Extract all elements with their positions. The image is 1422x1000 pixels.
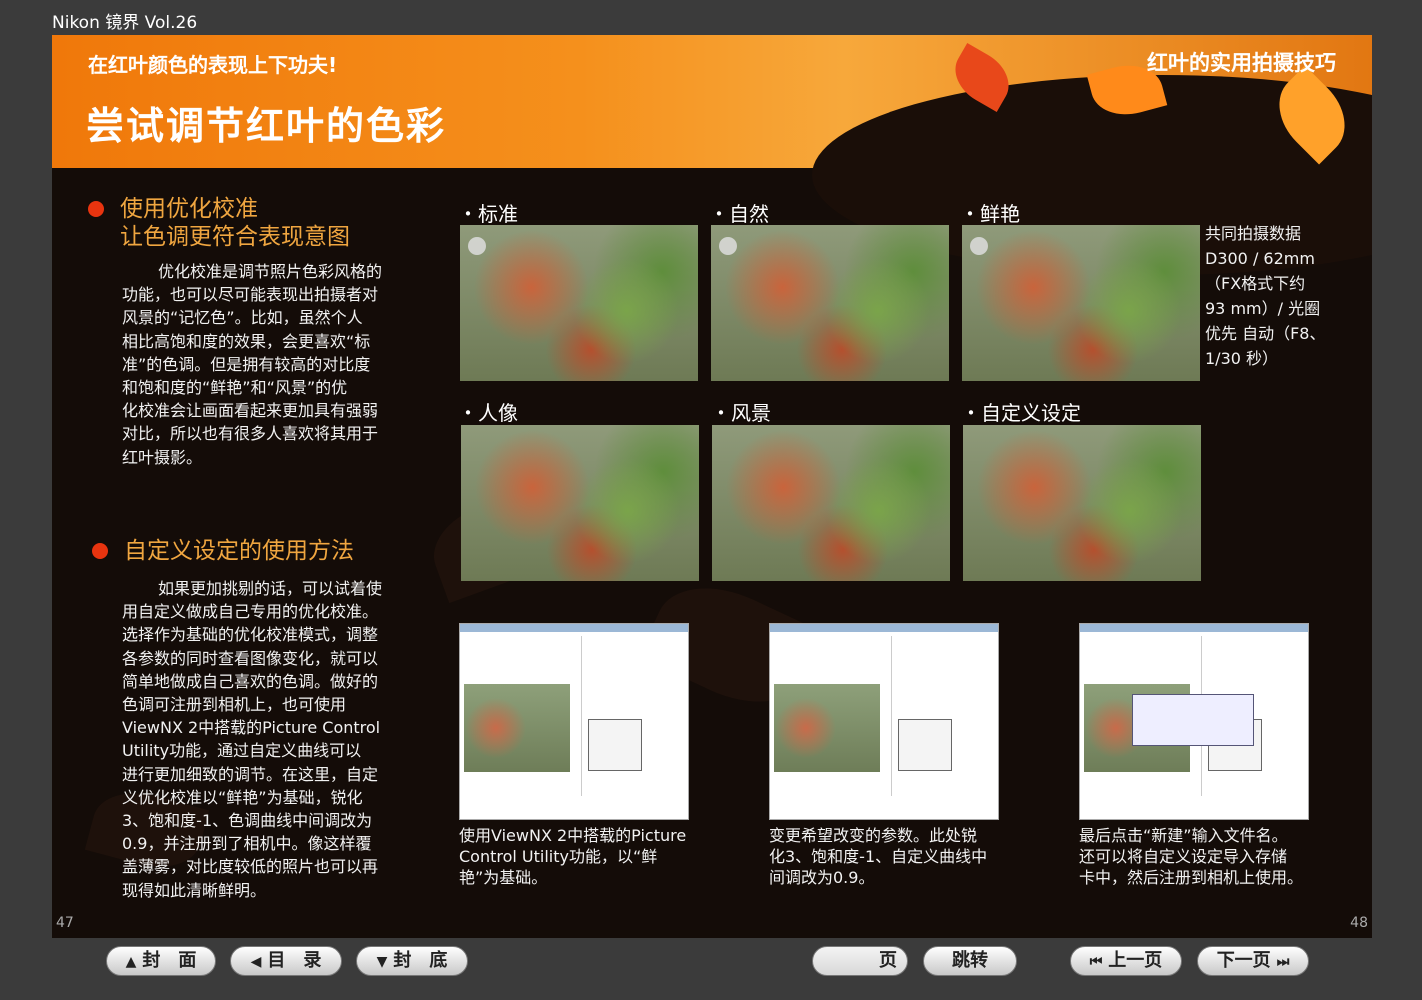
body-line: ViewNX 2中搭载的Picture Control bbox=[122, 718, 381, 738]
software-screenshot-1 bbox=[459, 623, 689, 820]
body-line: 进行更加细致的调节。在这里，自定 bbox=[122, 764, 379, 784]
prev-page-label: 上一页 bbox=[1108, 950, 1163, 971]
page-number-input[interactable] bbox=[823, 952, 879, 972]
next-page-label: 下一页 bbox=[1216, 950, 1271, 971]
body-line: 用自定义做成自己专用的优化校准。 bbox=[122, 602, 379, 622]
body-line: 义优化校准以“鲜艳”为基础，锐化 bbox=[122, 787, 363, 807]
cover-button[interactable]: ▲ 封 面 bbox=[106, 946, 216, 976]
photo-custom bbox=[963, 425, 1201, 581]
caption-line: 化3、饱和度-1、自定义曲线中 bbox=[769, 847, 988, 866]
arrow-left-icon: ◀ bbox=[250, 954, 262, 970]
shooting-data-line: 93 mm）/ 光圈 bbox=[1205, 299, 1321, 318]
body-line: 现得如此清晰鲜明。 bbox=[122, 880, 267, 900]
next-page-button[interactable]: 下一页 ⏭ bbox=[1197, 946, 1309, 976]
jump-button[interactable]: 跳转 bbox=[923, 946, 1017, 976]
caption-line: 艳”为基础。 bbox=[459, 868, 548, 887]
photo-portrait bbox=[461, 425, 699, 581]
body-line: 盖薄雾，对比度较低的照片也可以再 bbox=[122, 857, 379, 877]
back-cover-button[interactable]: ▼ 封 底 bbox=[356, 946, 468, 976]
section1-body: 优化校准是调节照片色彩风格的 功能，也可以尽可能表现出拍摄者对 风景的“记忆色”… bbox=[122, 260, 422, 469]
toc-button-label: 目 录 bbox=[267, 950, 322, 971]
body-line: 功能，也可以尽可能表现出拍摄者对 bbox=[122, 285, 379, 305]
focus-point-icon bbox=[970, 237, 988, 255]
toc-button[interactable]: ◀ 目 录 bbox=[230, 946, 342, 976]
body-line: 如果更加挑剔的话，可以试着使 bbox=[158, 579, 383, 598]
software-screenshot-2 bbox=[769, 623, 999, 820]
screenshot-caption-1: 使用ViewNX 2中搭载的Picture Control Utility功能，… bbox=[459, 825, 686, 888]
photo-label-custom: ・自定义设定 bbox=[961, 401, 1081, 425]
page-number-right: 48 bbox=[1350, 915, 1368, 931]
section1-heading: 使用优化校准 让色调更符合表现意图 bbox=[120, 195, 350, 251]
section2-body: 如果更加挑剔的话，可以试着使 用自定义做成自己专用的优化校准。 选择作为基础的优… bbox=[122, 577, 422, 902]
bullet-icon bbox=[88, 201, 104, 217]
arrow-up-icon: ▲ bbox=[125, 954, 137, 970]
focus-point-icon bbox=[468, 237, 486, 255]
body-line: 简单地做成自己喜欢的色调。做好的 bbox=[122, 671, 379, 691]
body-line: 红叶摄影。 bbox=[122, 447, 203, 467]
skip-forward-icon: ⏭ bbox=[1276, 954, 1290, 970]
body-line: 风景的“记忆色”。比如，虽然个人 bbox=[122, 308, 363, 328]
arrow-down-icon: ▼ bbox=[376, 954, 388, 970]
page-number-left: 47 bbox=[56, 915, 74, 931]
caption-line: 最后点击“新建”输入文件名。 bbox=[1079, 826, 1288, 845]
jump-button-label: 跳转 bbox=[952, 950, 988, 971]
shooting-data-line: 1/30 秒） bbox=[1205, 349, 1279, 368]
photo-neutral bbox=[711, 225, 949, 381]
photo-label-neutral: ・自然 bbox=[709, 202, 769, 226]
photo-label-landscape: ・风景 bbox=[711, 401, 771, 425]
page-number-field[interactable]: 页 bbox=[812, 946, 908, 976]
shooting-data: 共同拍摄数据 D300 / 62mm （FX格式下约 93 mm）/ 光圈 优先… bbox=[1205, 221, 1325, 371]
cover-button-label: 封 面 bbox=[142, 950, 197, 971]
photo-standard bbox=[460, 225, 698, 381]
photo-vivid bbox=[962, 225, 1200, 381]
page-title: 尝试调节红叶的色彩 bbox=[86, 104, 447, 148]
app-title: Nikon 镜界 Vol.26 bbox=[52, 13, 198, 33]
new-name-dialog bbox=[1132, 694, 1254, 746]
shooting-data-line: 共同拍摄数据 bbox=[1205, 224, 1302, 243]
caption-line: 间调改为0.9。 bbox=[769, 868, 875, 887]
body-line: 对比，所以也有很多人喜欢将其用于 bbox=[122, 424, 379, 444]
body-line: 优化校准是调节照片色彩风格的 bbox=[158, 262, 383, 281]
body-line: 和饱和度的“鲜艳”和“风景”的优 bbox=[122, 378, 348, 398]
body-line: 各参数的同时查看图像变化，就可以 bbox=[122, 648, 379, 668]
page-suffix-label: 页 bbox=[879, 950, 897, 971]
back-cover-button-label: 封 底 bbox=[393, 950, 448, 971]
screenshot-caption-3: 最后点击“新建”输入文件名。 还可以将自定义设定导入存储 卡中，然后注册到相机上… bbox=[1079, 825, 1303, 888]
photo-label-portrait: ・人像 bbox=[458, 401, 518, 425]
photo-label-vivid: ・鲜艳 bbox=[960, 202, 1020, 226]
focus-point-icon bbox=[719, 237, 737, 255]
caption-line: 使用ViewNX 2中搭载的Picture bbox=[459, 826, 687, 845]
body-line: 选择作为基础的优化校准模式，调整 bbox=[122, 625, 379, 645]
body-line: Utility功能，通过自定义曲线可以 bbox=[122, 741, 362, 761]
section1-heading-line1: 使用优化校准 bbox=[120, 196, 258, 222]
photo-label-standard: ・标准 bbox=[458, 202, 518, 226]
body-line: 化校准会让画面看起来更加具有强弱 bbox=[122, 401, 379, 421]
magazine-spread: 在红叶颜色的表现上下功夫! 尝试调节红叶的色彩 红叶的实用拍摄技巧 使用优化校准… bbox=[52, 35, 1372, 938]
skip-back-icon: ⏮ bbox=[1089, 954, 1103, 970]
photo-landscape bbox=[712, 425, 950, 581]
body-line: 相比高饱和度的效果，会更喜欢“标 bbox=[122, 331, 371, 351]
shooting-data-line: D300 / 62mm bbox=[1205, 249, 1315, 268]
caption-line: 还可以将自定义设定导入存储 bbox=[1079, 847, 1288, 866]
body-line: 0.9，并注册到了相机中。像这样覆 bbox=[122, 834, 372, 854]
page-header: 在红叶颜色的表现上下功夫! 尝试调节红叶的色彩 红叶的实用拍摄技巧 bbox=[52, 35, 1372, 275]
caption-line: Control Utility功能，以“鲜 bbox=[459, 847, 658, 866]
shooting-data-line: 优先 自动（F8、 bbox=[1205, 324, 1326, 343]
page-subtitle: 在红叶颜色的表现上下功夫! bbox=[88, 53, 338, 77]
body-line: 色调可注册到相机上，也可使用 bbox=[122, 695, 347, 715]
caption-line: 变更希望改变的参数。此处锐 bbox=[769, 826, 978, 845]
caption-line: 卡中，然后注册到相机上使用。 bbox=[1079, 868, 1304, 887]
prev-page-button[interactable]: ⏮ 上一页 bbox=[1070, 946, 1182, 976]
section2-heading: 自定义设定的使用方法 bbox=[124, 538, 354, 564]
body-line: 准”的色调。但是拥有较高的对比度 bbox=[122, 354, 371, 374]
screenshot-caption-2: 变更希望改变的参数。此处锐 化3、饱和度-1、自定义曲线中 间调改为0.9。 bbox=[769, 825, 987, 888]
body-line: 3、饱和度-1、色调曲线中间调改为 bbox=[122, 811, 373, 831]
section-tag: 红叶的实用拍摄技巧 bbox=[1147, 51, 1336, 75]
software-screenshot-3 bbox=[1079, 623, 1309, 820]
bullet-icon bbox=[92, 543, 108, 559]
shooting-data-line: （FX格式下约 bbox=[1205, 274, 1306, 293]
section1-heading-line2: 让色调更符合表现意图 bbox=[120, 224, 350, 250]
